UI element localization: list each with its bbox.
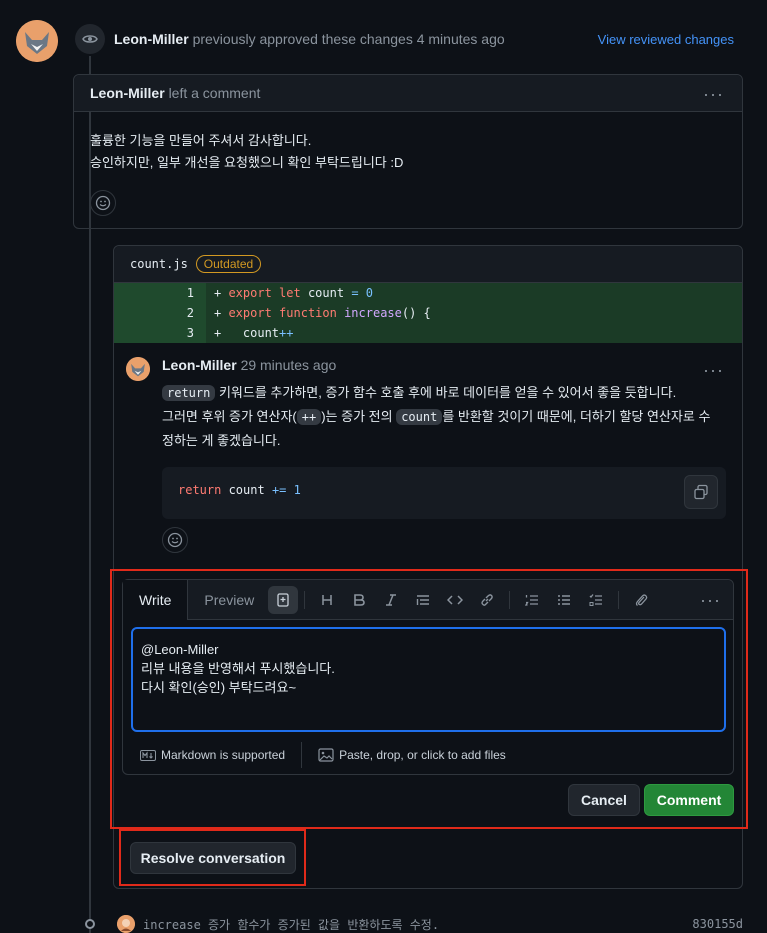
code-icon[interactable] <box>439 586 471 614</box>
kebab-icon[interactable]: ··· <box>700 591 721 609</box>
comment-author[interactable]: Leon-Miller <box>90 85 165 101</box>
diff-block: 1 + export let count = 0 2 + export func… <box>114 283 742 343</box>
commit-icon <box>85 919 95 929</box>
thread-comment: Leon-Miller 29 minutes ago ··· return 키워… <box>114 343 742 553</box>
italic-icon[interactable] <box>375 586 407 614</box>
comment-line: 훌륭한 기능을 만들어 주셔서 감사합니다. <box>90 133 312 148</box>
comment-action: left a comment <box>168 85 261 101</box>
markdown-icon <box>140 749 156 761</box>
tab-write[interactable]: Write <box>123 579 189 620</box>
avatar[interactable] <box>117 915 135 933</box>
view-reviewed-changes-link[interactable]: View reviewed changes <box>598 32 734 47</box>
editor-toolbar: Write Preview ··· <box>123 579 733 620</box>
image-icon <box>318 748 334 762</box>
diff-line: 1 + export let count = 0 <box>114 283 742 303</box>
line-number[interactable]: 3 <box>114 323 206 343</box>
comment-button[interactable]: Comment <box>644 784 734 816</box>
comment-line: 승인하지만, 일부 개선을 요청했으니 확인 부탁드립니다 :D <box>90 155 404 170</box>
comment-paragraph: 그러면 후위 증가 연산자(++)는 증가 전의 count 를 반환할 것이기 … <box>162 409 711 448</box>
attach-files[interactable]: Paste, drop, or click to add files <box>318 748 506 762</box>
review-comment-box: Leon-Miller left a comment ··· 훌륭한 기능을 만… <box>73 74 743 229</box>
comment-header: Leon-Miller left a comment ··· <box>74 75 742 112</box>
review-header: Leon-Miller previously approved these ch… <box>114 31 505 47</box>
diff-code: + export function increase() { <box>214 306 431 320</box>
diff-line: 2 + export function increase() { <box>114 303 742 323</box>
diff-code: + export let count = 0 <box>214 286 374 300</box>
bold-icon[interactable] <box>343 586 375 614</box>
heading-icon[interactable] <box>311 586 343 614</box>
commit-row: increase 증가 함수가 증가된 값을 반환하도록 수정. 830155d <box>80 914 750 933</box>
comment-editor: Write Preview ··· @Leon-Miller 리뷰 내용을 반영… <box>122 579 734 775</box>
unordered-list-icon[interactable] <box>548 586 580 614</box>
copy-icon[interactable] <box>684 475 718 509</box>
thread-comment-author[interactable]: Leon-Miller <box>162 357 237 373</box>
line-number[interactable]: 1 <box>114 283 206 303</box>
comment-textarea[interactable]: @Leon-Miller 리뷰 내용을 반영해서 푸시했습니다. 다시 확인(승… <box>131 627 726 732</box>
code-suggestion: return count += 1 <box>162 467 726 519</box>
thread-comment-header: Leon-Miller 29 minutes ago <box>162 357 730 373</box>
avatar[interactable] <box>126 357 150 381</box>
template-icon[interactable] <box>268 585 299 614</box>
thread-comment-body: return 키워드를 추가하면, 증가 함수 호출 후에 바로 데이터를 얻을… <box>162 381 726 453</box>
paperclip-icon[interactable] <box>625 586 657 614</box>
kebab-icon[interactable]: ··· <box>703 85 724 103</box>
diff-line: 3 + count++ <box>114 323 742 343</box>
smiley-icon[interactable] <box>162 527 188 553</box>
tab-preview[interactable]: Preview <box>188 592 270 608</box>
comment-body: 훌륭한 기능을 만들어 주셔서 감사합니다. 승인하지만, 일부 개선을 요청했… <box>74 112 742 216</box>
diff-code: + count++ <box>214 326 294 340</box>
outdated-badge: Outdated <box>195 255 262 273</box>
markdown-note[interactable]: Markdown is supported <box>140 748 285 762</box>
comment-paragraph: return 키워드를 추가하면, 증가 함수 호출 후에 바로 데이터를 얻을… <box>162 381 726 405</box>
thread-comment-time[interactable]: 29 minutes ago <box>241 357 337 373</box>
file-header: count.js Outdated <box>114 246 742 283</box>
ordered-list-icon[interactable] <box>516 586 548 614</box>
link-icon[interactable] <box>471 586 503 614</box>
avatar[interactable] <box>16 20 58 62</box>
kebab-icon[interactable]: ··· <box>703 361 724 379</box>
eye-icon <box>75 24 105 54</box>
resolve-conversation-button[interactable]: Resolve conversation <box>130 842 296 874</box>
commit-sha[interactable]: 830155d <box>692 917 743 931</box>
file-name[interactable]: count.js <box>130 257 188 271</box>
editor-footer: Markdown is supported Paste, drop, or cl… <box>140 742 506 768</box>
cancel-button[interactable]: Cancel <box>568 784 640 816</box>
smiley-icon[interactable] <box>90 190 116 216</box>
task-list-icon[interactable] <box>580 586 612 614</box>
commit-message[interactable]: increase 증가 함수가 증가된 값을 반환하도록 수정. <box>143 916 439 933</box>
review-action: previously approved these changes 4 minu… <box>192 31 505 47</box>
line-number[interactable]: 2 <box>114 303 206 323</box>
divider <box>301 742 303 768</box>
review-author[interactable]: Leon-Miller <box>114 31 189 47</box>
quote-icon[interactable] <box>407 586 439 614</box>
